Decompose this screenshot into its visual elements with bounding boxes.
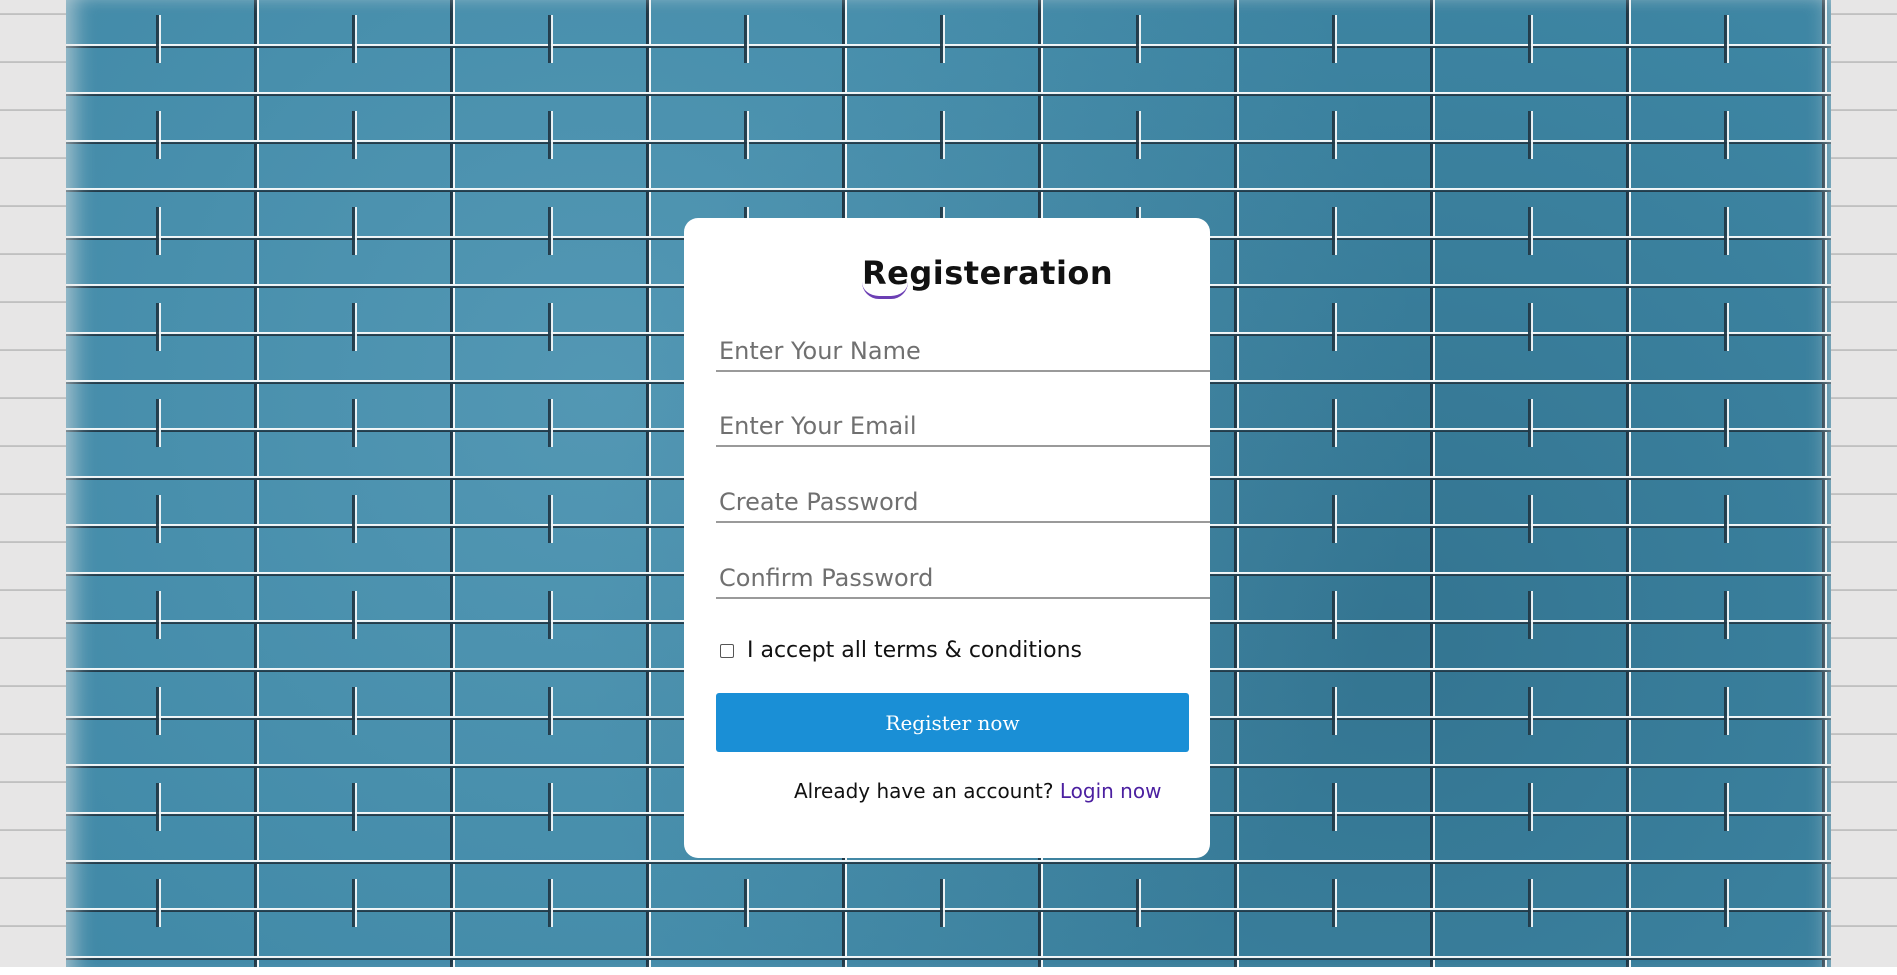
- confirm-password-input[interactable]: [716, 553, 1210, 597]
- login-prompt-text: Already have an account?: [794, 779, 1060, 803]
- create-password-input[interactable]: [716, 477, 1210, 521]
- confirm-password-field[interactable]: [716, 553, 1210, 599]
- registration-card: Registeration I accept all terms & condi…: [684, 218, 1210, 858]
- name-field[interactable]: [716, 326, 1210, 372]
- terms-checkbox[interactable]: [720, 643, 734, 658]
- white-brick-right: [1831, 0, 1897, 975]
- create-password-field[interactable]: [716, 477, 1210, 523]
- bottom-edge: [0, 967, 1897, 975]
- name-input[interactable]: [716, 326, 1210, 370]
- white-brick-left: [0, 0, 70, 975]
- login-link[interactable]: Login now: [1060, 779, 1162, 803]
- register-button[interactable]: Register now: [716, 693, 1189, 752]
- terms-label: I accept all terms & conditions: [747, 638, 1083, 663]
- terms-row[interactable]: I accept all terms & conditions: [720, 638, 1082, 663]
- page: Registeration I accept all terms & condi…: [0, 0, 1897, 975]
- title-underline-accent: [862, 282, 908, 299]
- login-prompt-line: Already have an account? Login now: [794, 779, 1161, 803]
- email-field[interactable]: [716, 401, 1210, 447]
- email-input[interactable]: [716, 401, 1210, 445]
